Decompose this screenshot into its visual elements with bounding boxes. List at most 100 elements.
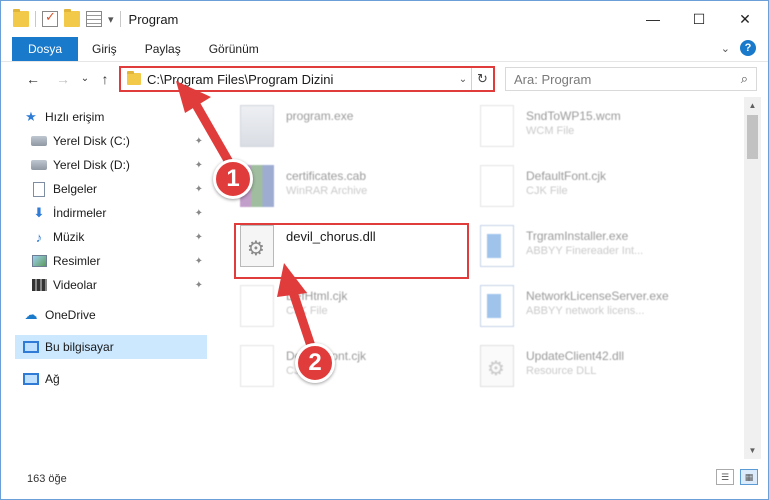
blank-file-icon xyxy=(240,285,274,327)
up-button[interactable]: ↑ xyxy=(95,71,115,87)
pin-icon[interactable]: ✦ xyxy=(195,232,203,243)
pin-icon[interactable]: ✦ xyxy=(195,160,203,171)
ribbon-expand-chevron-icon[interactable]: ⌄ xyxy=(721,42,730,55)
pin-icon[interactable]: ✦ xyxy=(195,136,203,147)
view-properties-icon[interactable] xyxy=(86,11,102,27)
app-icon xyxy=(480,285,514,327)
app-icon xyxy=(480,225,514,267)
search-placeholder: Ara: Program xyxy=(514,71,592,87)
dll-icon xyxy=(480,345,514,387)
file-name: program.exe xyxy=(286,109,354,123)
new-folder-icon[interactable] xyxy=(64,9,80,27)
search-icon: ⌕ xyxy=(740,71,748,86)
nav-item-indirmeler[interactable]: ⬇ İndirmeler ✦ xyxy=(31,201,207,225)
scroll-down-icon[interactable]: ▼ xyxy=(744,442,761,459)
properties-check-icon[interactable] xyxy=(42,9,58,27)
nav-item-label: Müzik xyxy=(53,230,85,244)
nav-item-videolar[interactable]: Videolar ✦ xyxy=(31,273,207,297)
nav-item-belgeler[interactable]: Belgeler ✦ xyxy=(31,177,207,201)
ribbon-right-controls: ⌄ ? xyxy=(721,40,756,56)
file-item[interactable]: certificates.cab WinRAR Archive xyxy=(226,159,466,219)
details-view-icon[interactable]: ☰ xyxy=(716,469,734,485)
maximize-button[interactable]: ☐ xyxy=(676,1,722,37)
blank-file-icon xyxy=(480,105,514,147)
file-name: TrgramInstaller.exe xyxy=(526,229,629,243)
step-2-badge: 2 xyxy=(295,343,335,383)
drive-icon xyxy=(31,136,47,146)
view-toggle: ☰ ▦ xyxy=(716,469,758,485)
file-item[interactable]: TrgramInstaller.exe ABBYY Finereader Int… xyxy=(466,219,706,279)
file-item[interactable]: UpdateClient42.dll Resource DLL xyxy=(466,339,706,399)
minimize-button[interactable]: — xyxy=(630,1,676,37)
recent-locations-button[interactable]: ⌄ xyxy=(75,73,95,84)
nav-item-muzik[interactable]: ♪ Müzik ✦ xyxy=(31,225,207,249)
nav-item-label: Videolar xyxy=(53,278,97,292)
file-name: DefaultFont.cjk xyxy=(526,169,607,183)
file-type: WinRAR Archive xyxy=(286,185,368,197)
download-icon: ⬇ xyxy=(33,205,45,220)
nav-item-local-disk-d[interactable]: Yerel Disk (D:) ✦ xyxy=(31,153,207,177)
nav-item-label: Ağ xyxy=(45,372,60,386)
address-row: ← → ⌄ ↑ C:\Program Files\Program Dizini … xyxy=(1,61,768,95)
file-item[interactable]: DefaultFont.cjk CJK File xyxy=(466,159,706,219)
caption-buttons: — ☐ ✕ xyxy=(630,1,768,37)
file-name: SndToWP15.wcm xyxy=(526,109,621,123)
pin-icon[interactable]: ✦ xyxy=(195,208,203,219)
scroll-up-icon[interactable]: ▲ xyxy=(744,97,761,114)
scroll-thumb[interactable] xyxy=(747,115,758,159)
folder-icon xyxy=(13,9,29,27)
file-type: CJK File xyxy=(526,185,568,197)
nav-item-resimler[interactable]: Resimler ✦ xyxy=(31,249,207,273)
file-item[interactable]: NetworkLicenseServer.exe ABBYY network l… xyxy=(466,279,706,339)
highlight-box xyxy=(234,223,469,279)
status-bar: 163 öğe ☰ ▦ xyxy=(1,459,768,499)
nav-item-label: Resimler xyxy=(53,254,101,268)
quick-access-toolbar: ▾ xyxy=(13,9,121,27)
pin-icon[interactable]: ✦ xyxy=(195,184,203,195)
back-button[interactable]: ← xyxy=(23,71,43,87)
file-item[interactable]: SndToWP15.wcm WCM File xyxy=(466,99,706,159)
tab-giris[interactable]: Giriş xyxy=(78,37,131,61)
tab-dosya[interactable]: Dosya xyxy=(12,37,79,61)
address-bar[interactable]: C:\Program Files\Program Dizini ⌄ ↻ xyxy=(119,66,495,92)
tab-gorunum[interactable]: Görünüm xyxy=(195,37,273,61)
vertical-scrollbar[interactable]: ▲ ▼ xyxy=(744,97,761,459)
divider xyxy=(119,11,121,27)
search-input[interactable]: Ara: Program ⌕ xyxy=(505,67,757,91)
nav-item-label: İndirmeler xyxy=(53,206,107,220)
drive-icon xyxy=(31,160,47,170)
nav-item-network[interactable]: Ağ xyxy=(23,367,207,391)
nav-item-onedrive[interactable]: ☁ OneDrive xyxy=(23,303,207,327)
folder-icon xyxy=(127,71,141,85)
pin-icon[interactable]: ✦ xyxy=(195,280,203,291)
blank-file-icon xyxy=(240,345,274,387)
close-button[interactable]: ✕ xyxy=(722,1,768,37)
file-item[interactable]: program.exe xyxy=(226,99,466,159)
large-icons-view-icon[interactable]: ▦ xyxy=(740,469,758,485)
star-icon: ★ xyxy=(25,109,37,124)
file-item[interactable]: DefHtml.cjk CJK File xyxy=(226,279,466,339)
nav-item-quick-access[interactable]: ★ Hızlı erişim xyxy=(23,105,211,129)
nav-item-this-pc[interactable]: Bu bilgisayar xyxy=(15,335,207,359)
customize-toolbar-chevron-icon[interactable]: ▾ xyxy=(108,13,114,26)
exe-icon xyxy=(240,105,274,147)
file-type: WCM File xyxy=(526,125,575,137)
cloud-icon: ☁ xyxy=(24,307,38,322)
nav-item-local-disk-c[interactable]: Yerel Disk (C:) ✦ xyxy=(31,129,207,153)
step-1-badge: 1 xyxy=(213,159,253,199)
file-type: Resource DLL xyxy=(526,365,597,377)
file-item[interactable]: DefaultFont.cjk CJK File xyxy=(226,339,466,399)
ribbon-tabs: Dosya Giriş Paylaş Görünüm ⌄ ? xyxy=(1,37,768,61)
address-path[interactable]: C:\Program Files\Program Dizini xyxy=(147,72,455,87)
address-dropdown-chevron-icon[interactable]: ⌄ xyxy=(455,74,471,85)
file-type: ABBYY Finereader Int... xyxy=(526,245,644,257)
pictures-icon xyxy=(31,255,47,267)
window-title: Program xyxy=(128,11,179,27)
refresh-button[interactable]: ↻ xyxy=(471,68,493,90)
pin-icon[interactable]: ✦ xyxy=(195,256,203,267)
tab-paylas[interactable]: Paylaş xyxy=(131,37,195,61)
help-icon[interactable]: ? xyxy=(740,40,756,56)
file-name: UpdateClient42.dll xyxy=(526,349,625,363)
forward-button[interactable]: → xyxy=(53,71,73,87)
item-count: 163 öğe xyxy=(27,473,67,485)
